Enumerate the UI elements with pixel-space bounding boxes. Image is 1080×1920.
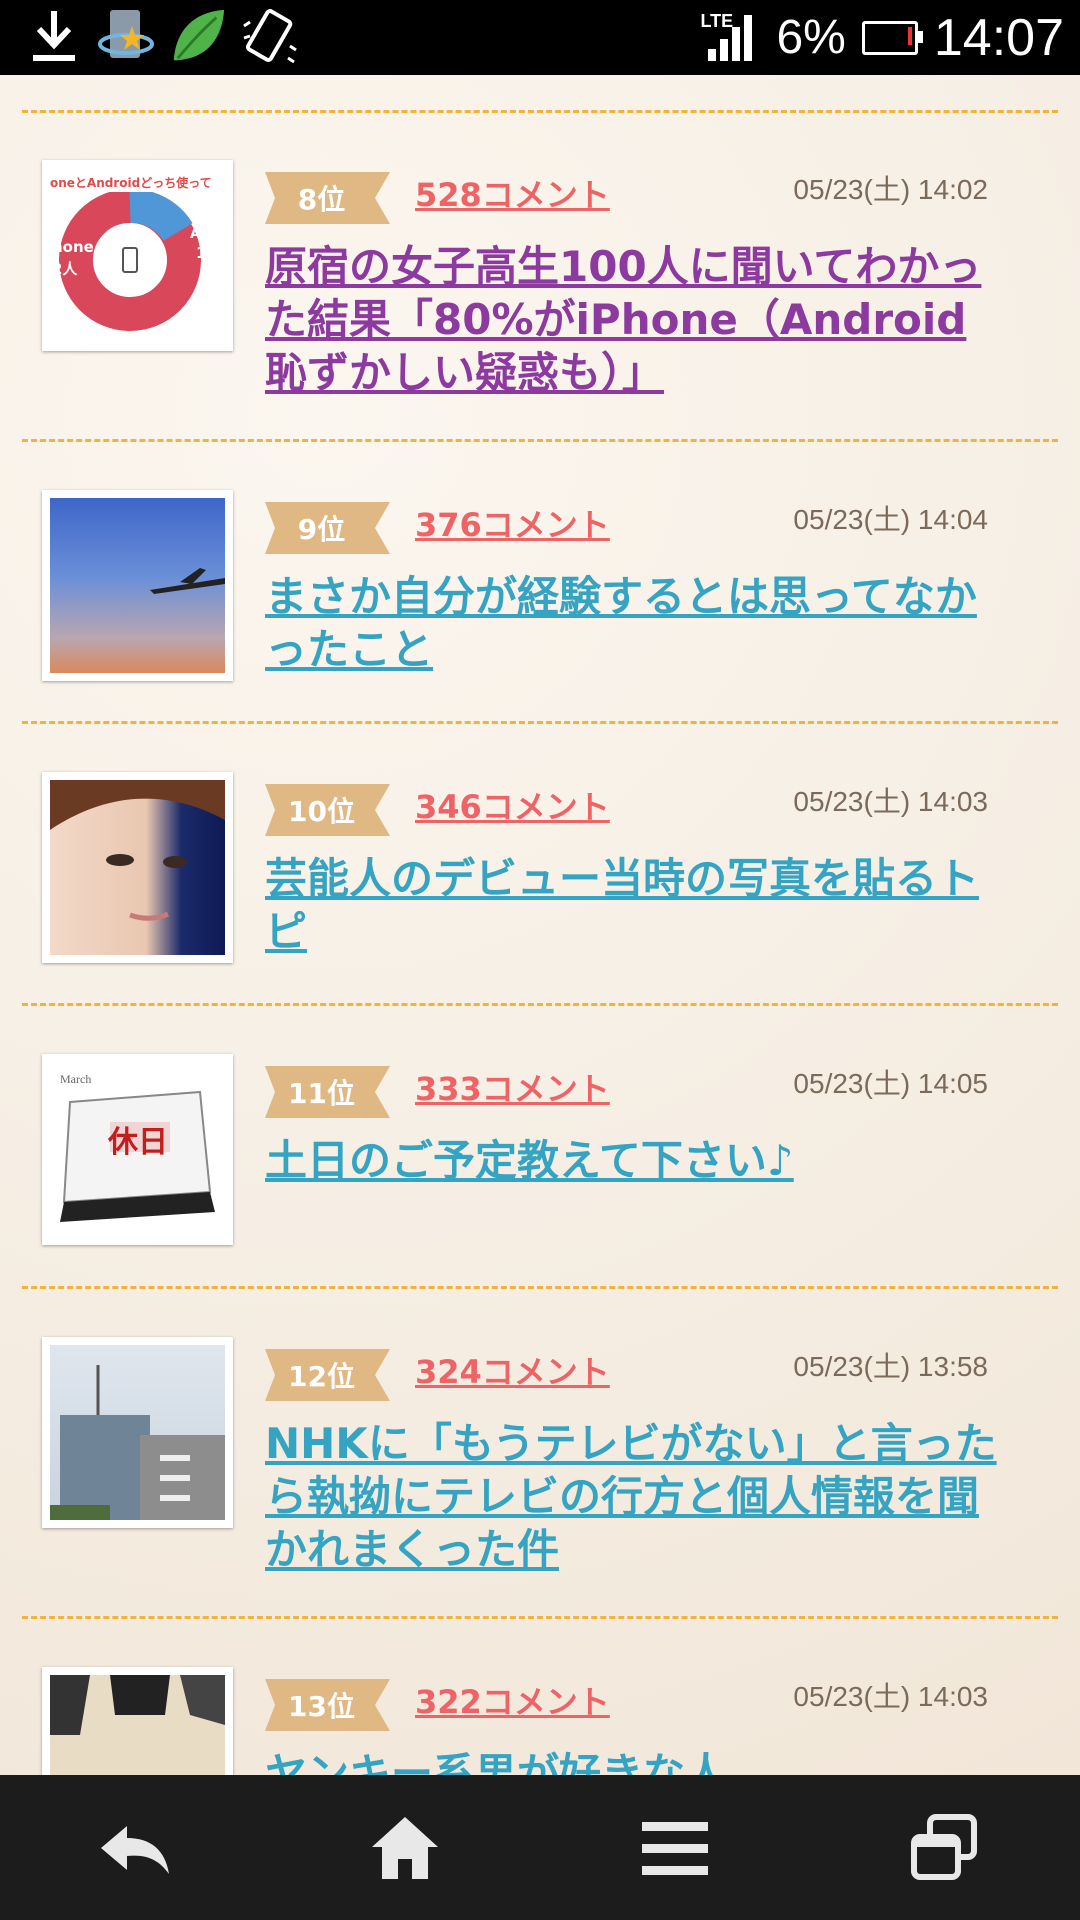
list-item[interactable]: 休日 March 11位 333コメント 05/23(土) 14:05 土日のご… — [0, 1054, 1080, 1334]
back-icon[interactable] — [75, 1788, 195, 1908]
rank-badge: 10位 — [265, 784, 390, 836]
thumbnail[interactable] — [42, 490, 233, 681]
navigation-bar — [0, 1775, 1080, 1920]
thumbnail[interactable]: 休日 March — [42, 1054, 233, 1245]
topic-title-link[interactable]: 土日のご予定教えて下さい♪ — [265, 1134, 1005, 1187]
list-item[interactable]: oneとAndroidどっち使って hone 2人 Andr 18. 8位 52… — [0, 160, 1080, 440]
thumbnail-label: March — [60, 1072, 92, 1086]
recent-apps-icon[interactable] — [885, 1788, 1005, 1908]
post-date: 05/23(土) 14:05 — [793, 1068, 988, 1099]
thumbnail[interactable] — [42, 772, 233, 963]
topic-title-link[interactable]: 芸能人のデビュー当時の写真を貼るトピ — [265, 852, 1005, 958]
screen-rotate-icon — [240, 6, 300, 66]
building-image — [50, 1365, 225, 1520]
comment-count-link[interactable]: 528コメント — [415, 170, 610, 216]
comment-count-link[interactable]: 346コメント — [415, 782, 610, 828]
thumbnail-label: Andr — [190, 226, 225, 242]
thumbnail-caption: oneとAndroidどっち使って — [50, 176, 212, 190]
topic-title-link[interactable]: NHKに「もうテレビがない」と言ったら執拗にテレビの行方と個人情報を聞かれまくっ… — [265, 1417, 1005, 1576]
post-date: 05/23(土) 14:04 — [793, 504, 988, 535]
list-item[interactable]: 9位 376コメント 05/23(土) 14:04 まさか自分が経験するとは思っ… — [0, 490, 1080, 770]
comment-count-link[interactable]: 333コメント — [415, 1064, 610, 1110]
battery-percent: 6% — [776, 11, 846, 64]
airplane-image — [150, 568, 225, 594]
post-date: 05/23(土) 14:03 — [793, 786, 988, 817]
menu-icon[interactable] — [615, 1788, 735, 1908]
status-bar: LTE 6% 14:07 — [0, 0, 1080, 75]
topic-title-link[interactable]: ヤンキー系男が好きな人 — [265, 1747, 1005, 1775]
post-date: 05/23(土) 14:02 — [793, 174, 988, 205]
battery-icon — [861, 20, 923, 55]
topic-title-link[interactable]: まさか自分が経験するとは思ってなかったこと — [265, 570, 1005, 676]
thumbnail-label: hone — [52, 238, 94, 256]
thumbnail-label: 2人 — [52, 260, 78, 278]
rank-badge: 13位 — [265, 1679, 390, 1731]
divider — [22, 1616, 1058, 1619]
leaf-icon — [168, 6, 228, 66]
thumbnail[interactable]: oneとAndroidどっち使って hone 2人 Andr 18. — [42, 160, 233, 351]
home-icon[interactable] — [345, 1788, 465, 1908]
thumbnail[interactable] — [42, 1667, 233, 1775]
divider — [22, 1003, 1058, 1006]
divider — [22, 721, 1058, 724]
rank-badge: 8位 — [265, 172, 390, 224]
divider — [22, 110, 1058, 113]
signal-icon: LTE — [700, 11, 760, 63]
rank-badge: 9位 — [265, 502, 390, 554]
thumbnail-label: 18. — [196, 244, 223, 262]
post-date: 05/23(土) 14:03 — [793, 1681, 988, 1712]
rank-badge: 11位 — [265, 1066, 390, 1118]
topic-title-link[interactable]: 原宿の女子高生100人に聞いてわかった結果「80%がiPhone（Android… — [265, 240, 1005, 399]
list-item[interactable]: 12位 324コメント 05/23(土) 13:58 NHKに「もうテレビがない… — [0, 1337, 1080, 1617]
comment-count-link[interactable]: 322コメント — [415, 1677, 610, 1723]
divider — [22, 439, 1058, 442]
list-item[interactable]: 10位 346コメント 05/23(土) 14:03 芸能人のデビュー当時の写真… — [0, 772, 1080, 1052]
thumbnail[interactable] — [42, 1337, 233, 1528]
comment-count-link[interactable]: 324コメント — [415, 1347, 610, 1393]
ranking-list: oneとAndroidどっち使って hone 2人 Andr 18. 8位 52… — [0, 75, 1080, 1775]
manga-image — [50, 1675, 225, 1735]
thumbnail-label: 休日 — [108, 1125, 168, 1160]
comment-count-link[interactable]: 376コメント — [415, 500, 610, 546]
list-item[interactable]: 13位 322コメント 05/23(土) 14:03 ヤンキー系男が好きな人 — [0, 1667, 1080, 1775]
download-icon — [24, 6, 84, 66]
post-date: 05/23(土) 13:58 — [793, 1351, 988, 1382]
night-mode-icon — [96, 6, 156, 66]
portrait-image — [50, 780, 225, 921]
clock: 14:07 — [933, 8, 1064, 67]
rank-badge: 12位 — [265, 1349, 390, 1401]
divider — [22, 1286, 1058, 1289]
